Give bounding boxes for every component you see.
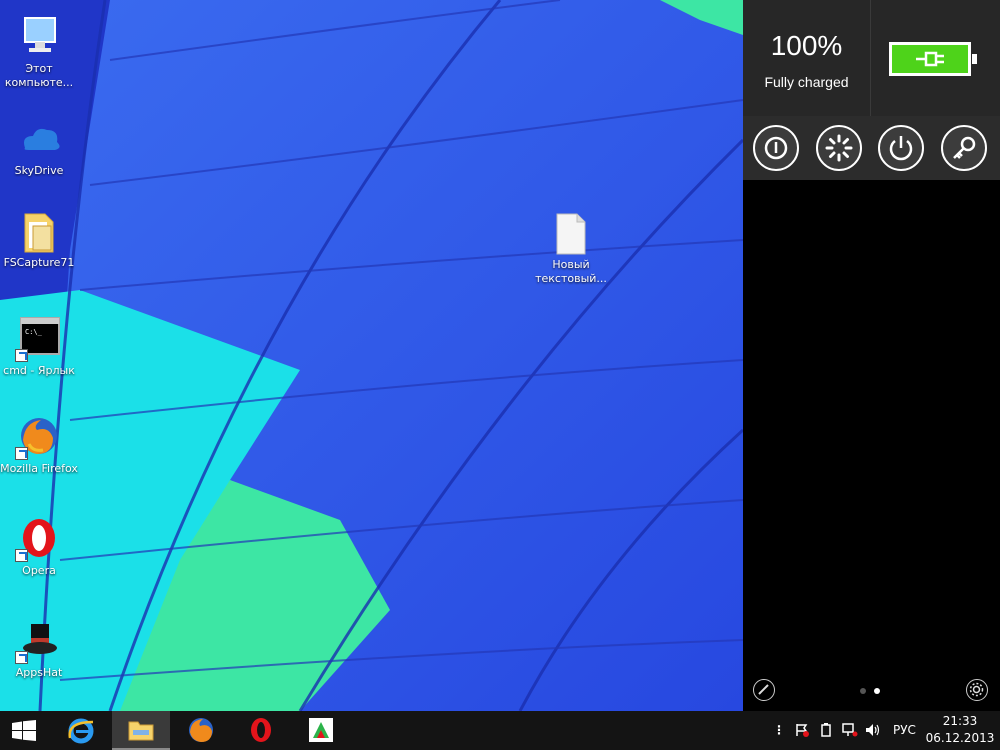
firefox-icon xyxy=(189,718,213,742)
desktop-icon-fscapture[interactable]: FSCapture71 xyxy=(0,208,78,270)
lock-button[interactable] xyxy=(941,125,987,171)
power-icon xyxy=(889,136,913,161)
desktop-icon-opera[interactable]: Opera xyxy=(0,516,78,578)
firefox-icon xyxy=(15,414,63,460)
clock-date[interactable]: 06.12.2013 xyxy=(925,731,995,745)
desktop-icon-label: Новый текстовый... xyxy=(535,258,607,285)
opera-icon xyxy=(251,718,271,742)
internet-explorer-icon xyxy=(68,718,94,744)
taskbar-opera[interactable] xyxy=(232,711,290,750)
shortcut-arrow-icon xyxy=(15,549,28,562)
desktop-icon-label: Mozilla Firefox xyxy=(0,462,78,475)
gear-icon xyxy=(969,682,984,697)
taskbar-firefox[interactable] xyxy=(172,711,230,750)
volume-icon[interactable] xyxy=(865,723,881,737)
opera-icon xyxy=(15,516,63,562)
appshat-icon xyxy=(309,718,333,742)
desktop-icon-cmd[interactable]: C:\_ cmd - Ярлык xyxy=(0,316,78,378)
desktop-icon-label: FSCapture71 xyxy=(3,256,75,269)
battery-area: 100% Fully charged xyxy=(743,0,1000,116)
desktop-icon-label: AppsHat xyxy=(15,666,63,679)
quick-settings-panel: 100% Fully charged xyxy=(743,0,1000,711)
windows-logo-icon xyxy=(12,720,36,741)
computer-icon xyxy=(15,14,63,60)
taskbar-appshat[interactable] xyxy=(292,711,350,750)
power-controls xyxy=(743,116,1000,180)
battery-percent: 100% xyxy=(770,30,843,61)
network-icon[interactable] xyxy=(842,723,858,737)
taskbar-file-explorer[interactable] xyxy=(112,711,170,750)
top-hat-icon xyxy=(15,618,63,664)
cloud-icon xyxy=(15,116,63,162)
action-center-flag-icon[interactable] xyxy=(794,723,810,737)
desktop-icon-skydrive[interactable]: SkyDrive xyxy=(0,116,78,178)
settings-button[interactable] xyxy=(966,679,988,701)
loading-icon xyxy=(825,134,853,162)
key-icon xyxy=(953,136,976,159)
battery-status: Fully charged xyxy=(764,74,849,90)
sleep-icon xyxy=(764,136,788,160)
page-indicator-2[interactable] xyxy=(874,688,880,694)
battery-icon xyxy=(889,42,977,76)
pencil-icon xyxy=(758,684,769,695)
terminal-icon: C:\_ xyxy=(15,316,63,362)
battery-info: 100% Fully charged xyxy=(743,0,871,116)
sleep-button[interactable] xyxy=(753,125,799,171)
desktop-icon-label: cmd - Ярлык xyxy=(3,364,75,377)
edit-button[interactable] xyxy=(753,679,775,701)
power-tray-icon[interactable] xyxy=(818,723,834,737)
desktop-icon-label: SkyDrive xyxy=(14,164,64,177)
power-button[interactable] xyxy=(878,125,924,171)
desktop-icon-label: Этот компьюте... xyxy=(4,62,74,89)
taskbar-internet-explorer[interactable] xyxy=(52,711,110,750)
taskbar: ⋮ РУС 21:33 06.12.2013 xyxy=(0,711,1000,750)
clock-time[interactable]: 21:33 xyxy=(935,714,985,728)
shortcut-arrow-icon xyxy=(15,447,28,460)
text-file-icon xyxy=(547,210,595,256)
folder-icon xyxy=(15,208,63,254)
desktop-icon-text-file[interactable]: Новый текстовый... xyxy=(532,210,610,286)
language-indicator[interactable]: РУС xyxy=(893,723,916,737)
desktop-icon-appshat[interactable]: AppsHat xyxy=(0,618,78,680)
page-indicator-1[interactable] xyxy=(860,688,866,694)
svg-text:C:\_: C:\_ xyxy=(25,328,43,336)
desktop-icon-firefox[interactable]: Mozilla Firefox xyxy=(0,414,78,476)
shortcut-arrow-icon xyxy=(15,349,28,362)
restart-button[interactable] xyxy=(816,125,862,171)
start-button[interactable] xyxy=(0,711,48,750)
folder-icon xyxy=(128,721,154,741)
desktop-icon-label: Opera xyxy=(22,564,56,577)
desktop-wallpaper xyxy=(0,0,743,711)
shortcut-arrow-icon xyxy=(15,651,28,664)
overflow-icon[interactable]: ⋮ xyxy=(771,723,787,737)
desktop-icon-this-pc[interactable]: Этот компьюте... xyxy=(0,14,78,90)
